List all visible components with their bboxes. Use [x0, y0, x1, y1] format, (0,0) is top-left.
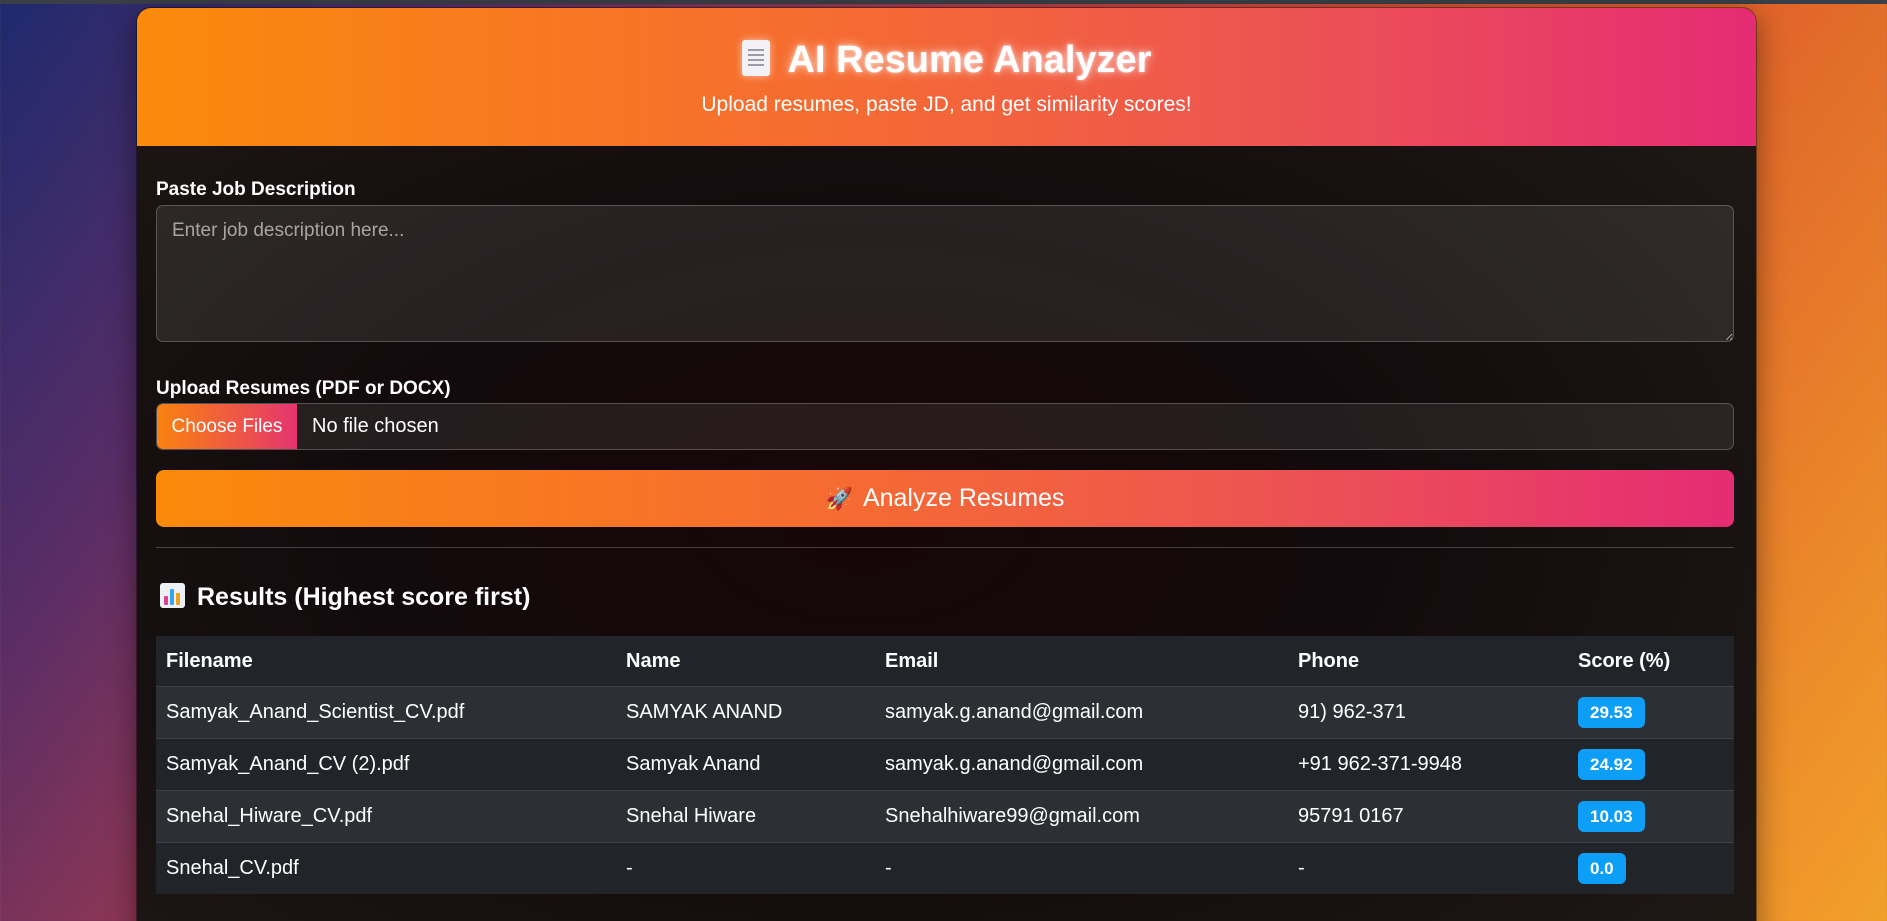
upload-label: Upload Resumes (PDF or DOCX) [156, 378, 451, 399]
bar-chart-icon [160, 583, 185, 608]
cell-phone: - [1288, 842, 1568, 894]
section-divider [156, 547, 1734, 548]
cell-filename: Samyak_Anand_Scientist_CV.pdf [156, 686, 616, 739]
page-subtitle: Upload resumes, paste JD, and get simila… [701, 93, 1192, 116]
job-description-textarea[interactable] [156, 205, 1734, 342]
file-upload-input[interactable]: Choose Files No file chosen [156, 403, 1734, 450]
analyze-resumes-button[interactable]: 🚀 Analyze Resumes [156, 470, 1734, 527]
score-badge: 24.92 [1578, 749, 1645, 780]
table-header-row: Filename Name Email Phone Score (%) [156, 636, 1734, 687]
cell-email: Snehalhiware99@gmail.com [875, 790, 1288, 843]
cell-phone: 91) 962-371 [1288, 686, 1568, 739]
table-row: Snehal_CV.pdf - - - 0.0 [156, 842, 1734, 894]
cell-email: samyak.g.anand@gmail.com [875, 738, 1288, 791]
cell-score: 10.03 [1568, 790, 1734, 843]
cell-filename: Snehal_Hiware_CV.pdf [156, 790, 616, 843]
analyze-button-label: Analyze Resumes [862, 484, 1065, 512]
analyzer-card: AI Resume Analyzer Upload resumes, paste… [137, 8, 1756, 921]
cell-score: 24.92 [1568, 738, 1734, 791]
results-heading: Results (Highest score first) [160, 581, 530, 613]
score-badge: 10.03 [1578, 801, 1645, 832]
table-row: Samyak_Anand_CV (2).pdf Samyak Anand sam… [156, 738, 1734, 791]
column-header-filename: Filename [156, 636, 616, 687]
document-icon [741, 40, 770, 76]
page-title: AI Resume Analyzer [137, 38, 1756, 82]
page-title-text: AI Resume Analyzer [787, 39, 1152, 81]
results-heading-text: Results (Highest score first) [197, 583, 531, 611]
file-status-text: No file chosen [312, 415, 439, 437]
cell-score: 29.53 [1568, 686, 1734, 739]
results-table: Filename Name Email Phone Score (%) Samy… [156, 636, 1734, 894]
cell-filename: Samyak_Anand_CV (2).pdf [156, 738, 616, 791]
table-row: Samyak_Anand_Scientist_CV.pdf SAMYAK ANA… [156, 686, 1734, 739]
column-header-score: Score (%) [1568, 636, 1734, 687]
score-badge: 0.0 [1578, 853, 1626, 884]
cell-email: - [875, 842, 1288, 894]
cell-name: SAMYAK ANAND [616, 686, 875, 739]
column-header-email: Email [875, 636, 1288, 687]
cell-name: Snehal Hiware [616, 790, 875, 843]
rocket-icon: 🚀 [825, 486, 853, 511]
browser-top-edge [0, 0, 1887, 4]
cell-email: samyak.g.anand@gmail.com [875, 686, 1288, 739]
column-header-name: Name [616, 636, 875, 687]
cell-name: - [616, 842, 875, 894]
cell-score: 0.0 [1568, 842, 1734, 894]
score-badge: 29.53 [1578, 697, 1645, 728]
column-header-phone: Phone [1288, 636, 1568, 687]
choose-files-button[interactable]: Choose Files [157, 404, 297, 449]
cell-phone: 95791 0167 [1288, 790, 1568, 843]
job-description-label: Paste Job Description [156, 179, 356, 200]
cell-filename: Snehal_CV.pdf [156, 842, 616, 894]
app-header: AI Resume Analyzer Upload resumes, paste… [137, 8, 1756, 146]
cell-name: Samyak Anand [616, 738, 875, 791]
cell-phone: +91 962-371-9948 [1288, 738, 1568, 791]
table-row: Snehal_Hiware_CV.pdf Snehal Hiware Sneha… [156, 790, 1734, 843]
